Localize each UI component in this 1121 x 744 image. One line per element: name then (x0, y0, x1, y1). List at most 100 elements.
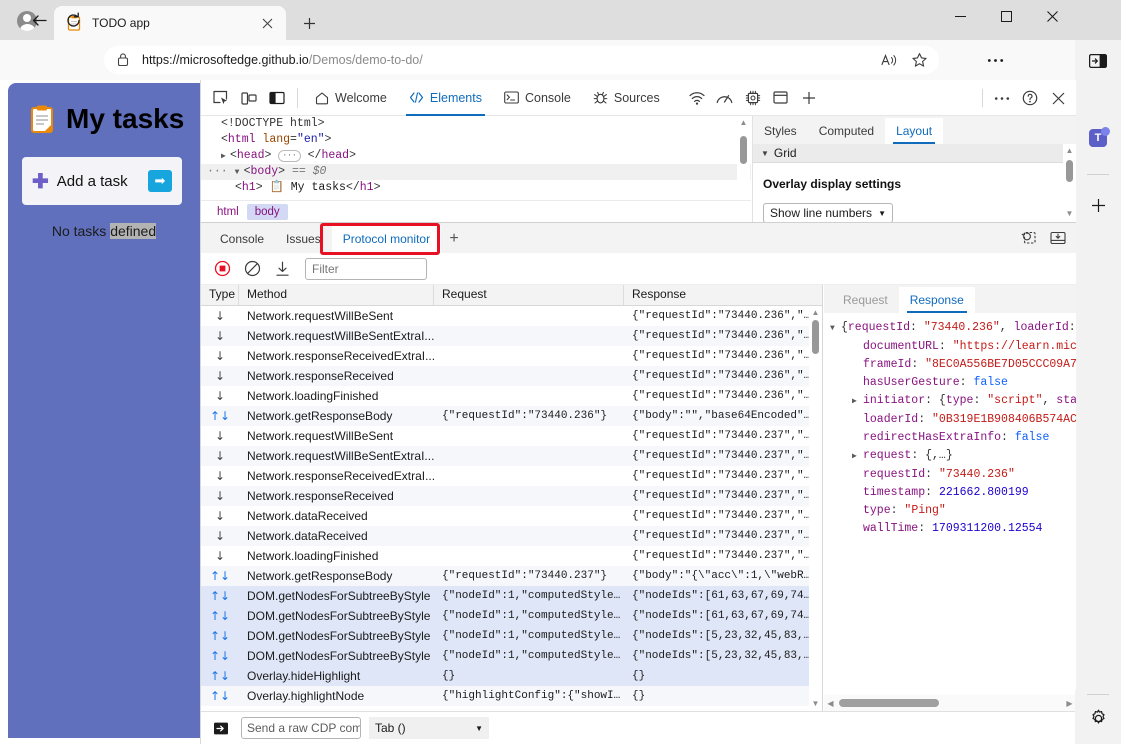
dom-tree-line[interactable]: ▶<head> ··· </head> (201, 148, 751, 164)
tab-console[interactable]: Console (493, 80, 582, 116)
memory-icon[interactable] (739, 85, 767, 111)
detail-line[interactable]: redirectHasExtraInfo: false (830, 429, 1072, 447)
tab-styles[interactable]: Styles (753, 118, 808, 144)
more-options-icon[interactable] (988, 85, 1016, 111)
submit-task-button[interactable]: ➡ (148, 170, 172, 192)
detail-line[interactable]: ▶initiator: {type: "script", stac (830, 392, 1072, 411)
detail-line[interactable]: timestamp: 221662.800199 (830, 484, 1072, 502)
tab-elements[interactable]: Elements (398, 80, 493, 116)
styles-scrollbar[interactable]: ▲ ▼ (1063, 144, 1076, 222)
expand-arrow-icon[interactable]: ▼ (830, 320, 841, 338)
table-row[interactable]: ↓Network.requestWillBeSentExtraI...{"req… (201, 326, 809, 346)
column-header-request[interactable]: Request (434, 285, 624, 305)
table-row[interactable]: ↑↓Overlay.hideHighlight{}{} (201, 666, 809, 686)
inspect-icon[interactable] (207, 85, 235, 111)
cdp-command-input[interactable]: Send a raw CDP command (241, 717, 361, 739)
dom-tree-line[interactable]: <h1> 📋 My tasks</h1> (201, 180, 751, 196)
drawer-tab-issues[interactable]: Issues (275, 225, 332, 253)
table-row[interactable]: ↑↓Overlay.highlightNode{"highlightConfig… (201, 686, 809, 706)
table-row[interactable]: ↓Network.loadingFinished{"requestId":"73… (201, 386, 809, 406)
dom-tree-line[interactable]: ··· ▼<body> == $0 (201, 164, 751, 180)
dock-bottom-icon[interactable] (1046, 228, 1070, 248)
detail-line[interactable]: wallTime: 1709311200.12554 (830, 520, 1072, 538)
scroll-thumb[interactable] (740, 136, 747, 164)
breadcrumb[interactable]: htmlbody (201, 200, 751, 222)
send-command-icon[interactable] (209, 717, 233, 739)
scroll-down-icon[interactable]: ▼ (1065, 209, 1074, 218)
detail-line[interactable]: requestId: "73440.236" (830, 466, 1072, 484)
detail-line[interactable]: type: "Ping" (830, 502, 1072, 520)
table-row[interactable]: ↑↓DOM.getNodesForSubtreeByStyle{"nodeId"… (201, 606, 809, 626)
more-tabs-plus-icon[interactable] (795, 85, 823, 111)
column-header-response[interactable]: Response (624, 285, 822, 305)
scroll-up-icon[interactable]: ▲ (739, 118, 748, 127)
download-icon[interactable] (269, 257, 295, 281)
teams-icon[interactable]: T (1083, 123, 1113, 153)
performance-icon[interactable] (711, 85, 739, 111)
record-stop-icon[interactable] (209, 257, 235, 281)
table-row[interactable]: ↓Network.responseReceived{"requestId":"7… (201, 366, 809, 386)
table-row[interactable]: ↓Network.requestWillBeSent{"requestId":"… (201, 306, 809, 326)
cdp-target-select[interactable]: Tab () ▼ (369, 717, 489, 739)
clear-icon[interactable] (239, 257, 265, 281)
scroll-up-icon[interactable]: ▲ (1065, 146, 1074, 155)
browser-more-button[interactable] (980, 46, 1010, 74)
grid-section-header[interactable]: ▼ Grid (753, 144, 1076, 163)
close-devtools-icon[interactable] (1044, 85, 1072, 111)
gear-icon[interactable] (1083, 703, 1113, 733)
table-row[interactable]: ↓Network.responseReceived{"requestId":"7… (201, 486, 809, 506)
drawer-tab-protocol-monitor[interactable]: Protocol monitor (332, 225, 441, 253)
read-aloud-icon[interactable] (875, 49, 903, 71)
split-screen-icon[interactable] (1083, 46, 1113, 76)
scroll-up-icon[interactable]: ▲ (811, 308, 820, 317)
breadcrumb-item-html[interactable]: html (209, 204, 247, 220)
tab-computed[interactable]: Computed (808, 118, 885, 144)
detail-content[interactable]: ▼{requestId: "73440.236", loaderId:docum… (824, 313, 1076, 691)
restore-drawer-icon[interactable] (1016, 228, 1040, 248)
table-row[interactable]: ↑↓Network.getResponseBody{"requestId":"7… (201, 566, 809, 586)
table-scrollbar[interactable]: ▲ ▼ (809, 306, 822, 711)
new-tab-button[interactable] (294, 9, 324, 37)
tab-sources[interactable]: Sources (582, 80, 671, 116)
detail-tab-request[interactable]: Request (832, 287, 899, 313)
table-row[interactable]: ↑↓DOM.getNodesForSubtreeByStyle{"nodeId"… (201, 586, 809, 606)
star-icon[interactable] (905, 49, 933, 71)
minimize-icon[interactable] (937, 0, 983, 32)
add-task-input[interactable]: ✚ Add a task ➡ (22, 157, 182, 205)
add-drawer-tab-icon[interactable]: + (441, 225, 467, 253)
tab-layout[interactable]: Layout (885, 118, 943, 144)
back-button[interactable] (24, 6, 54, 34)
detail-horizontal-scrollbar[interactable]: ◀ ▶ (824, 695, 1076, 711)
column-header-method[interactable]: Method (239, 285, 434, 305)
detail-line[interactable]: documentURL: "https://learn.micr (830, 338, 1072, 356)
table-row[interactable]: ↓Network.requestWillBeSent{"requestId":"… (201, 426, 809, 446)
table-row[interactable]: ↑↓DOM.getNodesForSubtreeByStyle{"nodeId"… (201, 626, 809, 646)
detail-line[interactable]: ▶request: {,…} (830, 447, 1072, 466)
dom-tree-line[interactable]: <!DOCTYPE html> (201, 116, 751, 132)
reload-button[interactable] (58, 6, 88, 34)
drawer-tab-console[interactable]: Console (209, 225, 275, 253)
device-emulation-icon[interactable] (235, 85, 263, 111)
table-row[interactable]: ↓Network.dataReceived{"requestId":"73440… (201, 526, 809, 546)
expand-arrow-icon[interactable]: ▶ (852, 393, 863, 411)
detail-tab-response[interactable]: Response (899, 287, 975, 313)
table-row[interactable]: ↑↓Network.getResponseBody{"requestId":"7… (201, 406, 809, 426)
add-sidebar-app-button[interactable] (1083, 190, 1113, 220)
detail-line[interactable]: ▼{requestId: "73440.236", loaderId: (830, 319, 1072, 338)
breadcrumb-item-body[interactable]: body (247, 204, 288, 220)
table-row[interactable]: ↑↓DOM.getNodesForSubtreeByStyle{"nodeId"… (201, 646, 809, 666)
table-body[interactable]: ↓Network.requestWillBeSent{"requestId":"… (201, 306, 809, 711)
dock-side-icon[interactable] (263, 85, 291, 111)
browser-tab[interactable]: TODO app (54, 6, 286, 40)
network-icon[interactable] (683, 85, 711, 111)
window-close-icon[interactable] (1029, 0, 1075, 32)
scroll-left-icon[interactable]: ◀ (824, 699, 837, 708)
detail-line[interactable]: loaderId: "0B319E1B908406B574ACA (830, 411, 1072, 429)
table-row[interactable]: ↓Network.dataReceived{"requestId":"73440… (201, 506, 809, 526)
help-icon[interactable] (1016, 85, 1044, 111)
expand-arrow-icon[interactable]: ▶ (852, 448, 863, 466)
detail-line[interactable]: frameId: "8EC0A556BE7D05CCC09A72 (830, 356, 1072, 374)
tab-welcome[interactable]: Welcome (304, 80, 398, 116)
scroll-thumb[interactable] (1066, 160, 1073, 182)
scroll-track[interactable] (837, 699, 1063, 707)
